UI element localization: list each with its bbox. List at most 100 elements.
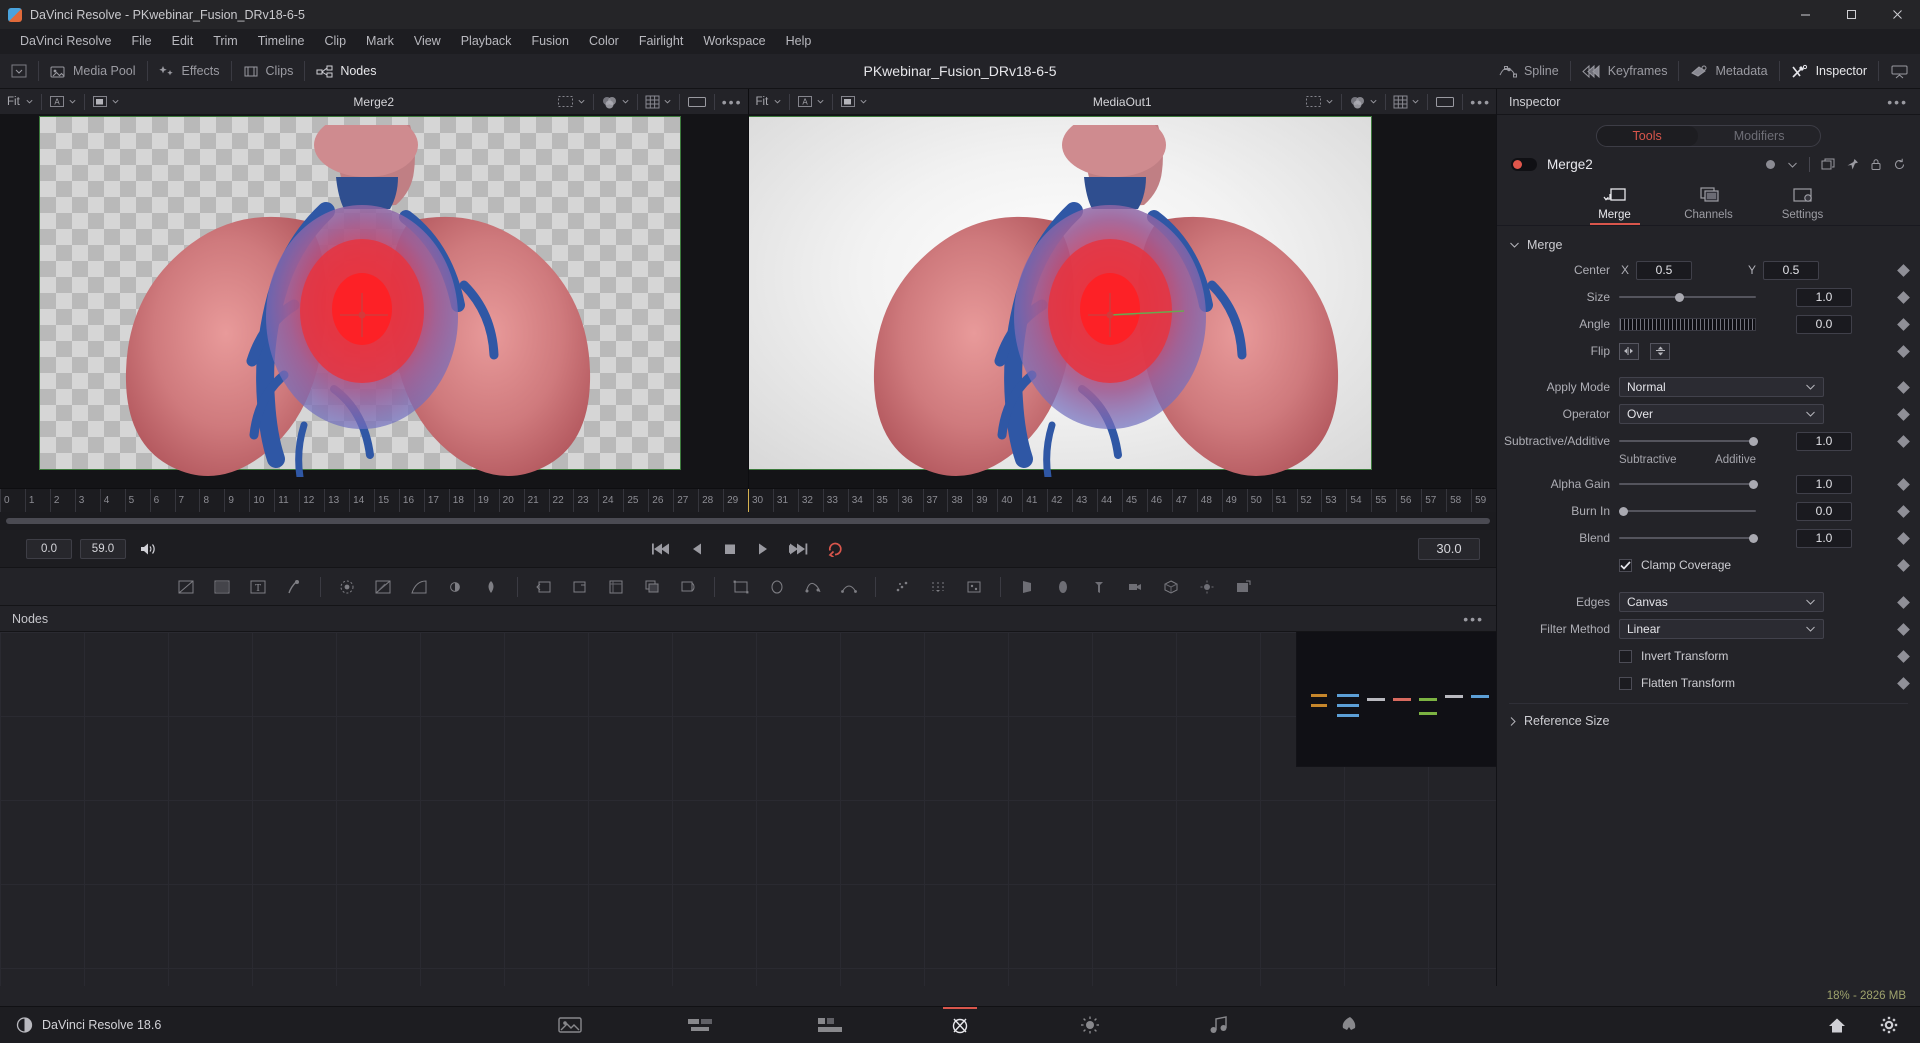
background-icon[interactable] [168,567,204,606]
angle-thumbwheel[interactable] [1619,317,1756,331]
paint-icon[interactable] [276,567,312,606]
timeline-tick[interactable]: 18 [448,489,474,512]
blend-keyframe-button[interactable] [1897,531,1910,545]
timeline-scrollbar[interactable] [6,518,1490,524]
viewer-left-stage[interactable] [0,114,748,488]
viewer-right-fit-label[interactable]: Fit [754,96,771,108]
timeline-tick[interactable]: 10 [249,489,274,512]
loop-button[interactable] [827,541,844,557]
3d-image-plane-icon[interactable] [1009,567,1045,606]
invert-transform-checkbox[interactable] [1619,649,1632,663]
burn-in-field[interactable]: 0.0 [1796,501,1852,521]
timeline-tick[interactable]: 5 [124,489,150,512]
inspector-options-button[interactable]: ••• [1887,94,1908,110]
rectangle-mask-icon[interactable] [723,567,759,606]
timeline-tick[interactable]: 31 [772,489,798,512]
timeline-tick[interactable]: 55 [1371,489,1396,512]
effects-button[interactable]: Effects [148,54,231,88]
menu-item-mark[interactable]: Mark [356,29,404,54]
flatten-transform-checkbox[interactable] [1619,676,1632,690]
in-point-field[interactable]: 0.0 [26,538,72,559]
timeline-tick[interactable]: 48 [1196,489,1222,512]
alpha-gain-field[interactable]: 1.0 [1796,474,1852,494]
edges-select[interactable]: Canvas [1619,592,1824,612]
vector-blur-icon[interactable] [473,567,509,606]
reference-size-section-header[interactable]: Reference Size [1497,710,1920,736]
burn-in-slider[interactable] [1619,502,1756,521]
timeline-tick[interactable]: 0 [0,489,25,512]
defocus-icon[interactable] [401,567,437,606]
dve-icon[interactable] [670,567,706,606]
timeline-tick[interactable]: 2 [49,489,75,512]
mode-tab-channels[interactable]: Channels [1670,182,1748,225]
menu-item-edit[interactable]: Edit [162,29,204,54]
timeline-tick[interactable]: 12 [299,489,324,512]
timeline-tick[interactable]: 28 [698,489,723,512]
timeline-tick[interactable]: 53 [1321,489,1346,512]
timeline-tick[interactable]: 43 [1072,489,1097,512]
node-enable-toggle[interactable] [1511,158,1537,171]
menu-item-help[interactable]: Help [776,29,822,54]
tab-tools[interactable]: Tools [1596,126,1698,146]
timeline-tick[interactable]: 11 [274,489,299,512]
roi-icon[interactable] [1305,95,1322,108]
edit-page-button[interactable] [807,1007,853,1043]
menu-item-timeline[interactable]: Timeline [248,29,315,54]
copy-icon[interactable] [1821,158,1835,171]
blur-icon[interactable] [329,567,365,606]
timeline-tick[interactable]: 34 [847,489,873,512]
pin-icon[interactable] [1846,158,1859,171]
particle-emitter-icon[interactable] [884,567,920,606]
center-x-field[interactable]: 0.5 [1636,260,1692,280]
crop-icon[interactable] [598,567,634,606]
subtractive-additive-keyframe-button[interactable] [1897,434,1910,448]
timeline-tick[interactable]: 21 [523,489,549,512]
roi-icon[interactable] [557,95,574,108]
center-y-field[interactable]: 0.5 [1763,260,1819,280]
bspline-mask-icon[interactable] [795,567,831,606]
timeline-tick[interactable]: 59 [1471,489,1496,512]
blend-slider[interactable] [1619,529,1759,548]
filter-method-keyframe-button[interactable] [1897,622,1910,636]
metadata-button[interactable]: Metadata [1679,54,1778,88]
chevron-down-icon[interactable] [663,97,672,106]
timeline-tick[interactable]: 6 [149,489,175,512]
inspector-button[interactable]: Inspector [1780,54,1878,88]
timeline-tick[interactable]: 50 [1246,489,1272,512]
grid-icon[interactable] [645,95,660,109]
lock-icon[interactable] [1870,158,1882,171]
timeline-tick[interactable]: 20 [498,489,524,512]
fast-noise-icon[interactable] [204,567,240,606]
size-keyframe-button[interactable] [1897,290,1910,304]
timeline-tick[interactable]: 8 [199,489,224,512]
jump-to-end-button[interactable] [789,542,808,556]
node-graph-canvas[interactable]: Polygon1 Polygon2 [0,632,1496,986]
menu-item-fairlight[interactable]: Fairlight [629,29,693,54]
clamp-coverage-keyframe-button[interactable] [1897,558,1910,572]
color-page-button[interactable] [1067,1007,1113,1043]
menu-item-clip[interactable]: Clip [315,29,357,54]
chevron-down-icon[interactable] [111,97,120,106]
timeline-tick[interactable]: 33 [822,489,848,512]
frame-view-icon[interactable] [687,95,707,108]
timeline-tick[interactable]: 9 [224,489,249,512]
spline-button[interactable]: Spline [1488,54,1570,88]
timeline-tick[interactable]: 13 [324,489,349,512]
menu-item-color[interactable]: Color [579,29,629,54]
fusion-page-button[interactable] [937,1006,983,1043]
timeline-tick[interactable]: 22 [548,489,574,512]
timeline-tick[interactable]: 3 [74,489,100,512]
menu-item-davinci-resolve[interactable]: DaVinci Resolve [10,29,121,54]
angle-keyframe-button[interactable] [1897,317,1910,331]
fairlight-page-button[interactable] [1197,1007,1243,1043]
3d-renderer-icon[interactable] [1225,567,1261,606]
chevron-down-icon[interactable] [1369,97,1378,106]
clips-button[interactable]: Clips [232,54,305,88]
timeline-tick[interactable]: 15 [374,489,399,512]
timeline-tick[interactable]: 27 [673,489,698,512]
timeline-tick[interactable]: 35 [872,489,898,512]
chevron-down-icon[interactable] [1787,161,1798,169]
timeline-tick[interactable]: 47 [1171,489,1197,512]
cut-page-button[interactable] [677,1007,723,1043]
menu-item-file[interactable]: File [121,29,161,54]
